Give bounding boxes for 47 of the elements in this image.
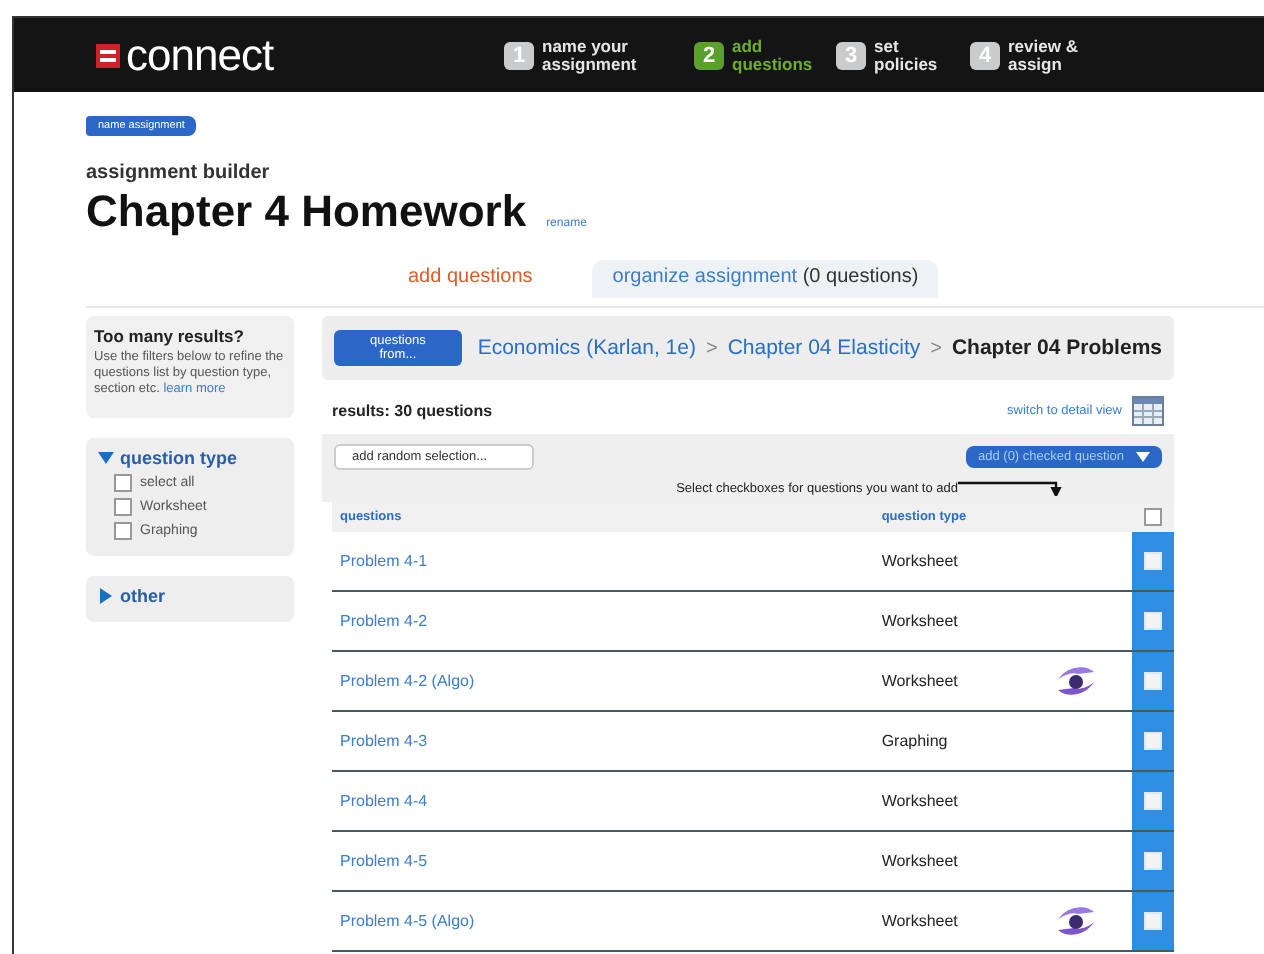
breadcrumb-item[interactable]: Economics (Karlan, 1e) [477, 336, 696, 360]
tab[interactable]: organize assignment (0 questions) [592, 260, 939, 298]
table-cell-text: Worksheet [881, 612, 960, 630]
breadcrumb-item[interactable]: Chapter 04 Elasticity [727, 336, 921, 360]
row-checkbox[interactable] [1144, 912, 1163, 930]
question-link[interactable]: Problem 4-5 (Algo) [332, 912, 882, 930]
breadcrumb-separator: > [705, 337, 718, 359]
row-checkbox[interactable] [1144, 732, 1163, 750]
step-label[interactable]: set policies [874, 38, 942, 72]
select-all-checkbox[interactable] [1144, 508, 1163, 526]
step-number: 2 [694, 41, 724, 69]
breadcrumb-separator: > [930, 337, 942, 359]
question-link[interactable]: Problem 4-2 (Algo) [332, 672, 882, 690]
row-checkbox[interactable] [1144, 612, 1163, 630]
page-title: Chapter 4 Homework [86, 186, 527, 238]
checkbox[interactable] [114, 474, 132, 493]
question-link[interactable]: Problem 4-1 [332, 552, 882, 570]
step-label[interactable]: name your assignment [542, 38, 666, 72]
filter-heading[interactable]: question type [120, 448, 238, 469]
table-view-icon [1132, 396, 1164, 426]
question-link[interactable]: Problem 4-4 [332, 792, 882, 810]
table-cell-text: Worksheet [881, 672, 960, 690]
row-checkbox[interactable] [1144, 792, 1163, 810]
step-label[interactable]: add questions [732, 38, 808, 72]
table-cell-text: Graphing [881, 732, 950, 750]
question-link[interactable]: Problem 4-3 [332, 732, 882, 750]
filter-heading[interactable]: other [120, 586, 165, 607]
hint-title: Too many results? [94, 326, 246, 346]
page-subtitle: assignment builder [86, 162, 272, 184]
row-checkbox[interactable] [1144, 852, 1163, 870]
results-count: results: 30 questions [332, 402, 493, 420]
row-checkbox[interactable] [1144, 552, 1163, 570]
question-link[interactable]: Problem 4-2 [332, 612, 882, 630]
logo-icon [96, 43, 120, 67]
checkbox[interactable] [114, 522, 132, 541]
table-cell-text: Worksheet [881, 912, 960, 930]
checkbox[interactable] [114, 498, 132, 517]
question-link[interactable]: Problem 4-5 [332, 852, 882, 870]
breadcrumb-item: Chapter 04 Problems [951, 336, 1162, 360]
pointer-arrow-icon [958, 480, 1062, 496]
table-cell-text: Worksheet [881, 792, 960, 810]
brand-name: connect [126, 33, 274, 77]
step-label[interactable]: review & assign [1008, 38, 1132, 72]
table-cell-text: Worksheet [881, 552, 960, 570]
table-cell-text: Worksheet [881, 852, 960, 870]
row-checkbox[interactable] [1144, 672, 1163, 690]
caret-icon [1136, 452, 1150, 462]
